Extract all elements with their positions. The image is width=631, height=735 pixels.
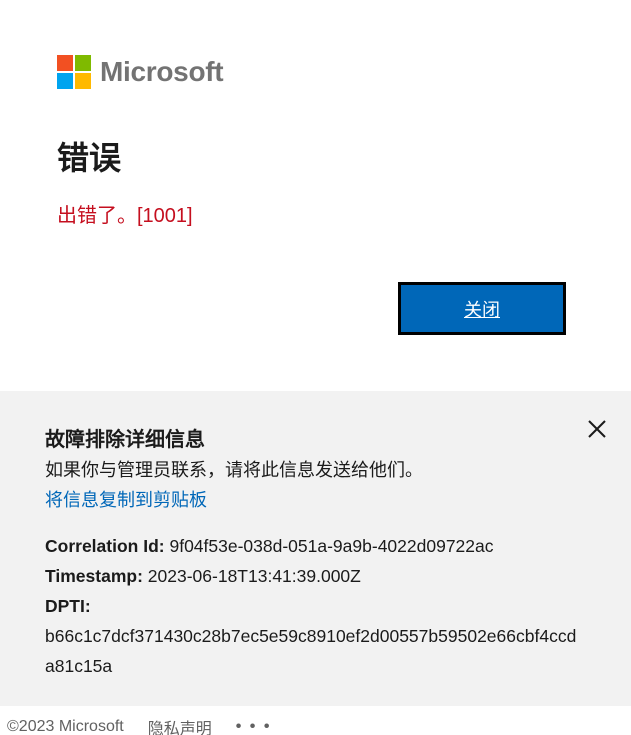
microsoft-logo: Microsoft — [57, 55, 224, 89]
copy-to-clipboard-link[interactable]: 将信息复制到剪贴板 — [45, 486, 207, 512]
privacy-link[interactable]: 隐私声明 — [148, 715, 212, 735]
timestamp-row: Timestamp: 2023-06-18T13:41:39.000Z — [45, 561, 605, 591]
correlation-row: Correlation Id: 9f04f53e-038d-051a-9a9b-… — [45, 531, 605, 561]
timestamp-value: 2023-06-18T13:41:39.000Z — [147, 566, 361, 586]
error-page: Microsoft 错误 出错了。[1001] 关闭 故障排除详细信息 如果你与… — [0, 0, 631, 735]
dpti-value: b66c1c7dcf371430c28b7ec5e59c8910ef2d0055… — [45, 626, 577, 676]
more-options-button[interactable]: • • • — [236, 718, 272, 735]
close-button[interactable]: 关闭 — [398, 282, 566, 335]
microsoft-logo-icon — [57, 55, 91, 89]
copyright: ©2023 Microsoft — [7, 718, 124, 735]
correlation-value: 9f04f53e-038d-051a-9a9b-4022d09722ac — [169, 536, 494, 556]
troubleshooting-description: 如果你与管理员联系，请将此信息发送给他们。 — [45, 460, 423, 480]
error-message: 出错了。[1001] — [57, 205, 193, 227]
correlation-label: Correlation Id: — [45, 536, 165, 556]
logo-text: Microsoft — [100, 56, 224, 87]
timestamp-label: Timestamp: — [45, 566, 143, 586]
troubleshooting-title: 故障排除详细信息 — [45, 429, 205, 451]
close-icon[interactable] — [584, 416, 610, 442]
dpti-row: DPTI: — [45, 591, 605, 621]
footer: ©2023 Microsoft 隐私声明 • • • — [7, 715, 271, 735]
dpti-label: DPTI: — [45, 596, 91, 616]
troubleshooting-panel: 故障排除详细信息 如果你与管理员联系，请将此信息发送给他们。 将信息复制到剪贴板… — [0, 391, 631, 706]
troubleshooting-details: Correlation Id: 9f04f53e-038d-051a-9a9b-… — [45, 531, 605, 681]
page-title: 错误 — [57, 140, 122, 176]
